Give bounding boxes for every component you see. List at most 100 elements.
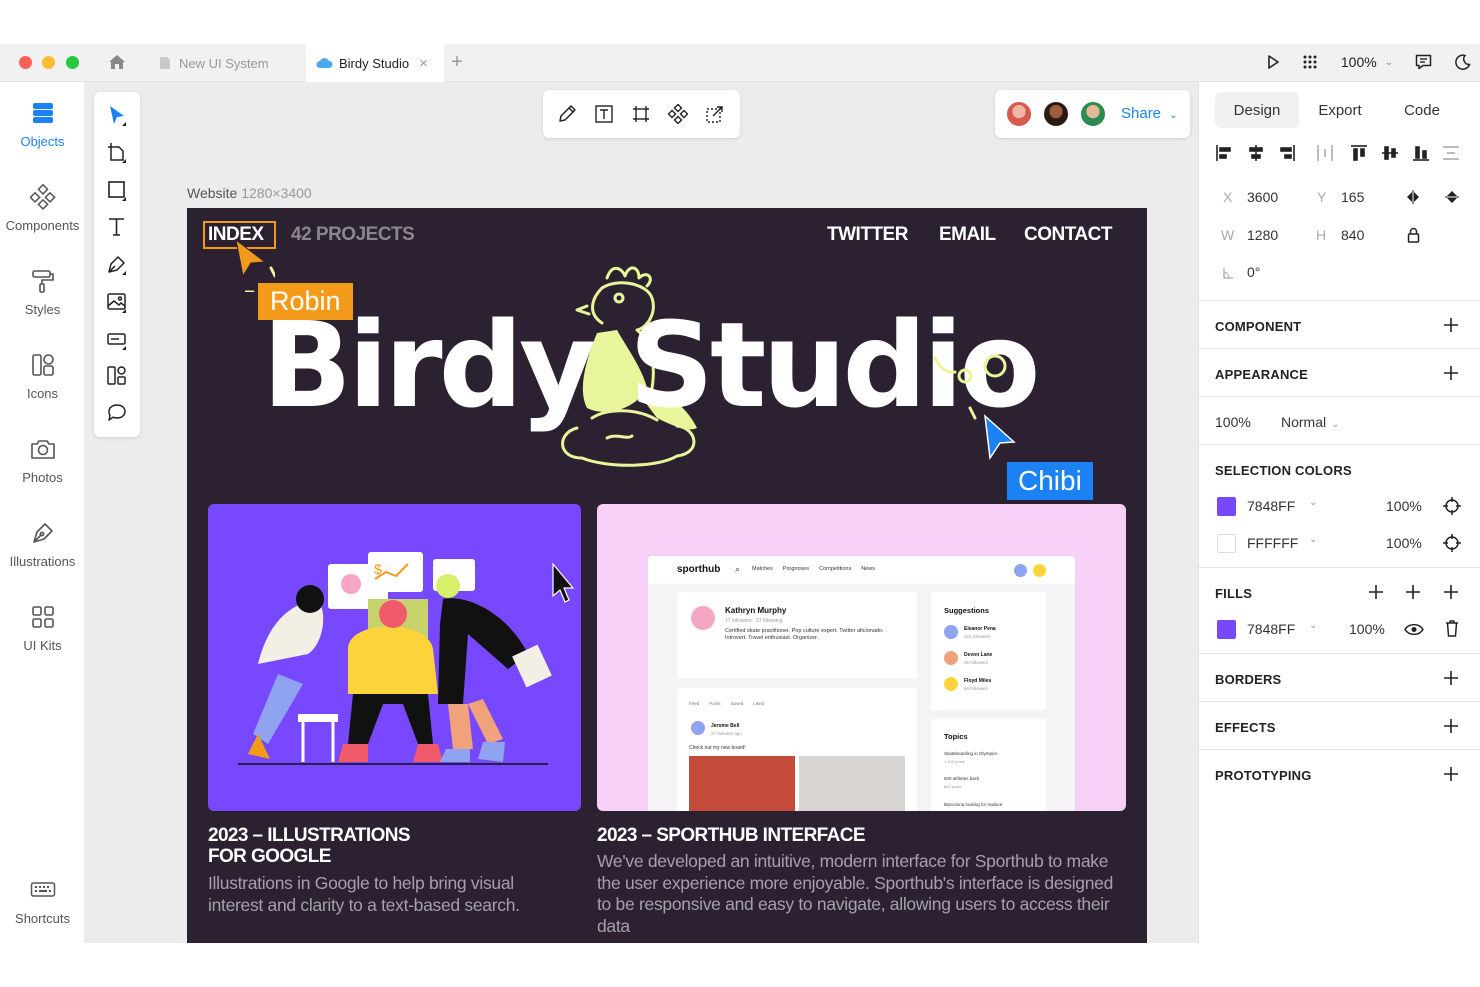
text-box-tool[interactable] [590, 100, 618, 128]
add-icon[interactable] [1443, 317, 1459, 333]
flip-horizontal-icon[interactable] [1405, 190, 1421, 204]
project-card-sporthub[interactable]: sporthub ⌕ Matches Prognoses Competition… [597, 504, 1126, 811]
profile-bio: Certified skate practitioner. Pop cultur… [725, 628, 884, 641]
rotation-input[interactable]: 0° [1247, 264, 1260, 280]
add-icon[interactable] [1443, 584, 1459, 600]
input-tool[interactable] [103, 325, 131, 353]
tab-code[interactable]: Code [1381, 92, 1463, 128]
feed-card: Feed Posts Saved Liked Jerome Bell 27 mi… [677, 688, 917, 811]
color-swatch[interactable] [1217, 620, 1236, 639]
eye-visibility-icon[interactable] [1404, 623, 1424, 636]
add-icon[interactable] [1443, 718, 1459, 734]
sidebar-item-label: Photos [22, 470, 63, 485]
crop-frame-icon [633, 106, 649, 122]
comment-tool[interactable] [103, 399, 131, 427]
nav-projects[interactable]: 42 PROJECTS [291, 224, 415, 246]
chevron-down-icon[interactable]: ⌄ [1309, 497, 1317, 508]
component-tool[interactable] [664, 100, 692, 128]
play-icon[interactable] [1264, 53, 1282, 71]
target-select-icon[interactable] [1443, 497, 1461, 515]
hero-title[interactable]: Birdy Studio [262, 296, 1040, 434]
fill-opacity[interactable]: 100% [1349, 621, 1385, 637]
avatar[interactable] [1005, 100, 1033, 128]
color-swatch[interactable] [1217, 497, 1236, 516]
tab-birdy-studio[interactable]: Birdy Studio × [306, 44, 444, 82]
card-title[interactable]: 2023 – ILLUSTRATIONS FOR GOOGLE [208, 825, 411, 867]
color-opacity[interactable]: 100% [1386, 535, 1422, 551]
select-tool[interactable] [103, 101, 131, 129]
target-select-icon[interactable] [1443, 534, 1461, 552]
sidebar-item-icons[interactable]: Icons [0, 352, 85, 401]
top-tool-bar [543, 90, 740, 138]
tab-export[interactable]: Export [1299, 92, 1381, 128]
sidebar-item-objects[interactable]: Objects [0, 100, 85, 149]
nav-contact[interactable]: CONTACT [1024, 224, 1112, 246]
minimize-window-button[interactable] [42, 56, 55, 69]
text-tool[interactable] [103, 213, 131, 241]
maximize-window-button[interactable] [66, 56, 79, 69]
apps-grid-icon[interactable] [1301, 53, 1319, 71]
x-input[interactable]: 3600 [1247, 189, 1278, 205]
nav-email[interactable]: EMAIL [939, 224, 996, 246]
h-input[interactable]: 840 [1341, 227, 1364, 243]
add-icon[interactable] [1405, 584, 1421, 600]
sidebar-item-illustrations[interactable]: Illustrations [0, 520, 85, 569]
blend-mode-select[interactable]: Normal ⌄ [1281, 414, 1340, 430]
add-icon[interactable] [1443, 670, 1459, 686]
sidebar-item-photos[interactable]: Photos [0, 436, 85, 485]
flip-vertical-icon[interactable] [1445, 189, 1459, 205]
frame-label[interactable]: Website 1280×3400 [187, 185, 312, 201]
image-tool[interactable] [103, 288, 131, 316]
rectangle-tool[interactable] [103, 176, 131, 204]
opacity-input[interactable]: 100% [1215, 414, 1251, 430]
sidebar-item-shortcuts[interactable]: Shortcuts [0, 877, 85, 926]
alignment-toolbar[interactable] [1215, 144, 1465, 162]
share-button[interactable]: Share ⌄ [1121, 105, 1178, 122]
color-opacity[interactable]: 100% [1386, 498, 1422, 514]
chevron-down-icon[interactable]: ⌄ [1309, 534, 1317, 545]
card-title[interactable]: 2023 – SPORTHUB INTERFACE [597, 825, 866, 846]
close-tab-icon[interactable]: × [419, 55, 428, 72]
cursor-arrow-icon [552, 562, 575, 603]
frame-tool[interactable] [103, 138, 131, 166]
pen-tool[interactable] [103, 250, 131, 278]
zoom-select[interactable]: 100% ⌄ [1338, 52, 1396, 72]
color-hex[interactable]: FFFFFF [1247, 535, 1298, 551]
chevron-down-icon[interactable]: ⌄ [1309, 620, 1317, 631]
profile-meta: 17 followers · 27 following [725, 618, 783, 624]
tab-new-ui-system[interactable]: New UI System [145, 44, 305, 82]
add-icon[interactable] [1443, 365, 1459, 381]
resize-tool[interactable] [701, 100, 729, 128]
close-window-button[interactable] [19, 56, 32, 69]
sidebar-item-components[interactable]: Components [0, 184, 85, 233]
w-input[interactable]: 1280 [1247, 227, 1278, 243]
fill-hex[interactable]: 7848FF [1247, 621, 1295, 637]
home-icon[interactable] [106, 52, 128, 72]
dark-mode-moon-icon[interactable] [1452, 52, 1472, 72]
pencil-tool[interactable] [553, 100, 581, 128]
add-icon[interactable] [1368, 584, 1384, 600]
tab-design[interactable]: Design [1215, 92, 1299, 128]
sidebar-item-ui-kits[interactable]: UI Kits [0, 604, 85, 653]
color-swatch[interactable] [1217, 534, 1236, 553]
sidebar-item-label: Styles [24, 302, 61, 317]
website-frame[interactable]: INDEX 42 PROJECTS TWITTER EMAIL CONTACT [187, 208, 1147, 943]
trash-icon[interactable] [1445, 620, 1459, 637]
avatar[interactable] [1042, 100, 1070, 128]
comments-icon[interactable] [1413, 53, 1433, 71]
sidebar-item-styles[interactable]: Styles [0, 268, 85, 317]
design-canvas[interactable]: Share ⌄ Website 1280×3400 INDEX 42 PROJE… [85, 82, 1198, 943]
avatar[interactable] [1079, 100, 1107, 128]
add-icon[interactable] [1443, 766, 1459, 782]
resize-icon [706, 106, 723, 123]
nav-twitter[interactable]: TWITTER [827, 224, 908, 246]
color-hex[interactable]: 7848FF [1247, 498, 1295, 514]
speech-bubble-icon [108, 404, 126, 421]
project-card-illustrations[interactable]: $ [208, 504, 581, 811]
y-input[interactable]: 165 [1341, 189, 1364, 205]
sporthub-menu: Matches Prognoses Competitions News [752, 566, 875, 572]
assets-tool[interactable] [103, 362, 131, 390]
lock-icon[interactable] [1407, 227, 1420, 243]
crop-tool[interactable] [627, 100, 655, 128]
new-tab-icon[interactable]: + [448, 51, 466, 73]
